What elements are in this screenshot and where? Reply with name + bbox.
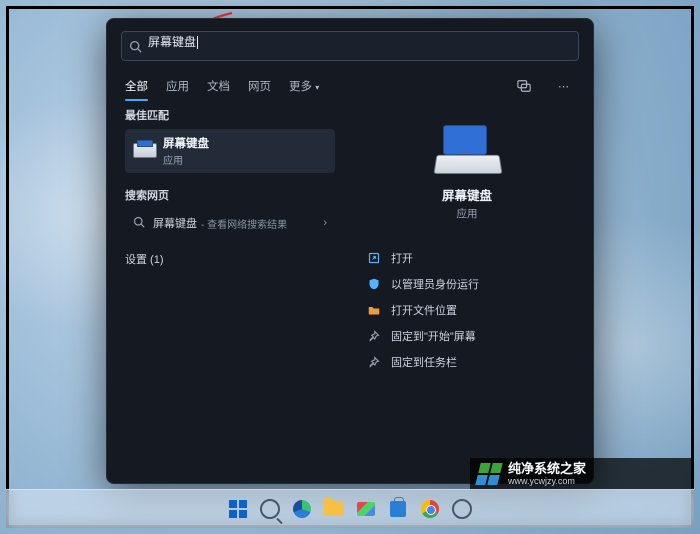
tab-more[interactable]: 更多 ▾: [289, 78, 319, 94]
tab-web[interactable]: 网页: [248, 78, 271, 94]
search-box[interactable]: 屏幕键盘: [121, 31, 579, 61]
taskbar-edge-icon[interactable]: [289, 496, 315, 522]
tab-documents[interactable]: 文档: [207, 78, 230, 94]
feedback-icon[interactable]: [513, 75, 535, 97]
desktop: 屏幕键盘 全部 应用 文档 网页 更多 ▾ ⋯ 最佳匹配 屏幕键盘 应用: [0, 0, 700, 534]
search-icon: [122, 40, 148, 53]
preview-actions: 打开 以管理员身份运行 打开文件位置: [355, 245, 579, 375]
taskbar-chrome-icon[interactable]: [417, 496, 443, 522]
search-icon: [133, 216, 145, 231]
web-search-item[interactable]: 屏幕键盘 - 查看网络搜索结果 ›: [125, 209, 335, 237]
best-match-subtitle: 应用: [163, 152, 209, 167]
results-column: 最佳匹配 屏幕键盘 应用 搜索网页 屏幕键盘 - 查看网络搜索结果 ›: [107, 97, 349, 471]
web-search-hint: - 查看网络搜索结果: [201, 216, 287, 231]
action-pin-to-taskbar[interactable]: 固定到任务栏: [359, 349, 575, 375]
pin-icon: [365, 356, 383, 368]
taskbar-store-icon[interactable]: [385, 496, 411, 522]
chevron-right-icon: ›: [323, 217, 327, 229]
search-input[interactable]: 屏幕键盘: [148, 33, 578, 59]
action-run-as-admin[interactable]: 以管理员身份运行: [359, 271, 575, 297]
taskbar-search-button[interactable]: [257, 496, 283, 522]
watermark: 纯净系统之家 www.ycwjzy.com: [470, 458, 694, 490]
watermark-logo: [475, 463, 502, 485]
watermark-url: www.ycwjzy.com: [508, 476, 586, 487]
section-search-web: 搜索网页: [125, 187, 349, 203]
start-search-panel: 屏幕键盘 全部 应用 文档 网页 更多 ▾ ⋯ 最佳匹配 屏幕键盘 应用: [106, 18, 594, 484]
preview-subtitle: 应用: [457, 206, 478, 221]
best-match-title: 屏幕键盘: [163, 135, 209, 151]
preview-column: 屏幕键盘 应用 打开 以管理员身份运行: [349, 97, 593, 471]
preview-title: 屏幕键盘: [442, 185, 492, 204]
watermark-title: 纯净系统之家: [508, 462, 586, 476]
folder-icon: [365, 304, 383, 316]
action-open-file-location[interactable]: 打开文件位置: [359, 297, 575, 323]
best-match-item[interactable]: 屏幕键盘 应用: [125, 129, 335, 173]
more-options-icon[interactable]: ⋯: [553, 75, 575, 97]
section-settings[interactable]: 设置 (1): [125, 251, 349, 267]
open-icon: [365, 252, 383, 264]
pin-icon: [365, 330, 383, 342]
web-search-term: 屏幕键盘: [153, 215, 197, 231]
taskbar-start-button[interactable]: [225, 496, 251, 522]
taskbar-app-icon[interactable]: [353, 496, 379, 522]
tab-all[interactable]: 全部: [125, 78, 148, 94]
tab-apps[interactable]: 应用: [166, 78, 189, 94]
shield-icon: [365, 278, 383, 290]
action-pin-to-start[interactable]: 固定到"开始"屏幕: [359, 323, 575, 349]
preview-app-icon: [435, 125, 499, 175]
action-open[interactable]: 打开: [359, 245, 575, 271]
onscreen-keyboard-icon: [133, 142, 155, 160]
taskbar: [6, 489, 694, 528]
taskbar-settings-icon[interactable]: [449, 496, 475, 522]
section-best-match: 最佳匹配: [125, 107, 349, 123]
taskbar-explorer-icon[interactable]: [321, 496, 347, 522]
